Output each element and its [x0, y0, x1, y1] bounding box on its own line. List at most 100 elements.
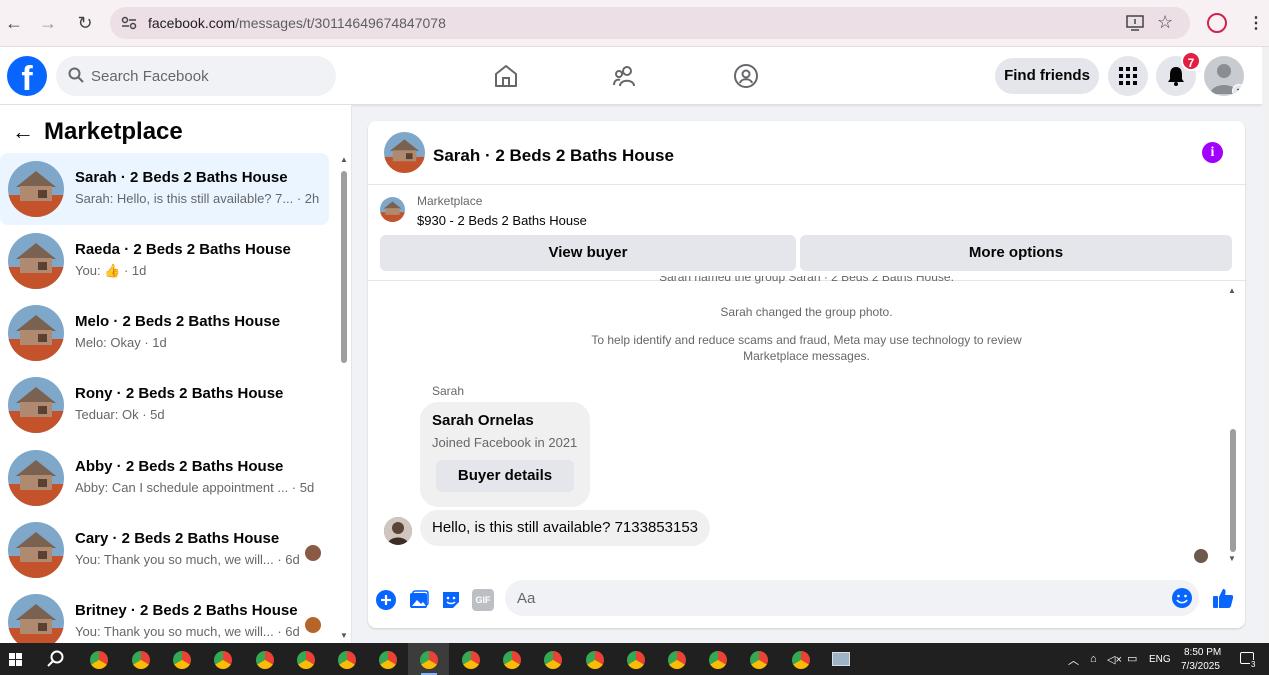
- plus-circle-icon[interactable]: [375, 589, 397, 611]
- install-app-icon[interactable]: [1126, 15, 1144, 31]
- conversation-item-britney[interactable]: Britney · 2 Beds 2 Baths House You: Than…: [0, 586, 329, 643]
- thumbs-up-icon[interactable]: [1211, 586, 1235, 610]
- chrome-taskbar-icon[interactable]: [214, 651, 232, 669]
- sidebar-scrollbar[interactable]: ▲ ▼: [336, 153, 351, 643]
- buyer-details-button[interactable]: Buyer details: [436, 460, 574, 492]
- tray-network-icon[interactable]: ⌂: [1090, 653, 1097, 665]
- address-bar[interactable]: facebook.com/messages/t/3011464967484707…: [110, 7, 1190, 39]
- tray-language[interactable]: ENG: [1149, 654, 1171, 665]
- conversation-snippet: Abby: Can I schedule appointment ... · 5…: [75, 480, 315, 495]
- chrome-taskbar-icon[interactable]: [792, 651, 810, 669]
- chat-scrollbar[interactable]: ▲ ▼: [1227, 286, 1239, 566]
- listing-thumbnail[interactable]: [380, 197, 405, 222]
- listing-thumbnail: [8, 522, 64, 578]
- back-icon[interactable]: ←: [3, 12, 25, 34]
- chrome-taskbar-icon[interactable]: [544, 651, 562, 669]
- facebook-logo[interactable]: f: [7, 56, 47, 96]
- conversation-item-sarah[interactable]: Sarah · 2 Beds 2 Baths House Sarah: Hell…: [0, 153, 329, 225]
- chat-title[interactable]: Sarah · 2 Beds 2 Baths House: [433, 146, 674, 166]
- sidebar-header: ← Marketplace: [12, 118, 183, 146]
- marketplace-sidebar: ← Marketplace Sarah · 2 Beds 2 Baths Hous…: [0, 105, 352, 643]
- chrome-taskbar-icon[interactable]: [420, 651, 438, 669]
- gif-icon[interactable]: GIF: [472, 589, 494, 611]
- tray-volume-muted-icon[interactable]: ◁×: [1107, 653, 1122, 666]
- search-input[interactable]: Search Facebook: [56, 56, 336, 96]
- system-message: Sarah named the group Sarah · 2 Beds 2 B…: [659, 276, 954, 284]
- message-placeholder: Aa: [517, 590, 536, 607]
- buyer-name: Sarah Ornelas: [432, 412, 534, 429]
- sender-name: Sarah: [432, 384, 465, 398]
- site-settings-icon[interactable]: [120, 14, 138, 32]
- chrome-taskbar-icon[interactable]: [668, 651, 686, 669]
- more-options-button[interactable]: More options: [800, 235, 1232, 271]
- tray-date[interactable]: 7/3/2025: [1181, 661, 1220, 672]
- conversation-name: Raeda · 2 Beds 2 Baths House: [75, 241, 291, 258]
- conversation-snippet: You: Thank you so much, we will... · 6d: [75, 552, 300, 567]
- conversation-item-cary[interactable]: Cary · 2 Beds 2 Baths House You: Thank y…: [0, 514, 329, 586]
- find-friends-button[interactable]: Find friends: [995, 58, 1099, 94]
- chat-header: Sarah · 2 Beds 2 Baths House i: [368, 121, 1245, 185]
- conversation-name: Rony · 2 Beds 2 Baths House: [75, 385, 284, 402]
- conversation-item-melo[interactable]: Melo · 2 Beds 2 Baths House Melo: Okay ·…: [0, 297, 329, 369]
- groups-icon[interactable]: [733, 63, 759, 89]
- tray-time[interactable]: 8:50 PM: [1184, 647, 1221, 658]
- notification-badge: 7: [1181, 51, 1201, 71]
- chrome-taskbar-icon[interactable]: [462, 651, 480, 669]
- scroll-down-icon[interactable]: ▼: [340, 631, 348, 640]
- menu-kebab-icon[interactable]: ⋮: [1248, 13, 1264, 33]
- thumbs-up-icon: 👍: [104, 263, 121, 278]
- message-input[interactable]: Aa: [505, 580, 1199, 616]
- chrome-taskbar-icon[interactable]: [90, 651, 108, 669]
- conversation-item-raeda[interactable]: Raeda · 2 Beds 2 Baths House You: 👍 · 1d: [0, 225, 329, 297]
- chrome-taskbar-icon[interactable]: [256, 651, 274, 669]
- scroll-down-icon[interactable]: ▼: [1228, 554, 1236, 563]
- view-buyer-button[interactable]: View buyer: [380, 235, 796, 271]
- chrome-taskbar-icon[interactable]: [627, 651, 645, 669]
- scrollbar-thumb[interactable]: [1230, 429, 1236, 552]
- chrome-taskbar-icon[interactable]: [750, 651, 768, 669]
- menu-button[interactable]: [1108, 56, 1148, 96]
- sticker-icon[interactable]: [440, 589, 462, 611]
- chat-group-photo[interactable]: [384, 132, 425, 173]
- chrome-taskbar-icon[interactable]: [586, 651, 604, 669]
- chrome-taskbar-icon[interactable]: [132, 651, 150, 669]
- windows-start-icon[interactable]: [9, 653, 22, 666]
- page-scrollbar[interactable]: [1262, 47, 1269, 647]
- listing-price-title[interactable]: $930 - 2 Beds 2 Baths House: [417, 213, 587, 228]
- tray-chevron-up-icon[interactable]: ︿: [1068, 652, 1079, 668]
- taskbar-search-icon[interactable]: [47, 650, 65, 668]
- sender-avatar[interactable]: [384, 517, 412, 545]
- chrome-taskbar-icon[interactable]: [338, 651, 356, 669]
- account-avatar[interactable]: ▾: [1204, 56, 1244, 96]
- chrome-taskbar-icon[interactable]: [297, 651, 315, 669]
- profile-icon[interactable]: [1207, 13, 1227, 33]
- tray-display-icon[interactable]: ▭: [1127, 652, 1137, 665]
- forward-icon[interactable]: →: [37, 12, 59, 34]
- bookmark-star-icon[interactable]: ☆: [1157, 12, 1173, 33]
- chrome-taskbar-icon[interactable]: [173, 651, 191, 669]
- app-window-taskbar-icon[interactable]: [832, 652, 850, 666]
- conversation-name: Sarah · 2 Beds 2 Baths House: [75, 169, 288, 186]
- scroll-up-icon[interactable]: ▲: [340, 155, 348, 164]
- home-icon[interactable]: [493, 63, 519, 89]
- conversation-item-rony[interactable]: Rony · 2 Beds 2 Baths House Teduar: Ok ·…: [0, 369, 329, 441]
- scroll-up-icon[interactable]: ▲: [1228, 286, 1236, 295]
- chrome-taskbar-icon[interactable]: [503, 651, 521, 669]
- info-icon[interactable]: i: [1202, 142, 1223, 163]
- search-placeholder: Search Facebook: [91, 68, 209, 85]
- conversation-snippet: Teduar: Ok · 5d: [75, 407, 165, 422]
- message-bubble[interactable]: Hello, is this still available? 71338531…: [420, 510, 711, 546]
- url-text: facebook.com/messages/t/3011464967484707…: [148, 15, 446, 31]
- emoji-icon[interactable]: [1171, 587, 1193, 609]
- conversation-item-abby[interactable]: Abby · 2 Beds 2 Baths House Abby: Can I …: [0, 442, 329, 514]
- browser-toolbar: ← → ↻ facebook.com/messages/t/3011464967…: [0, 0, 1269, 47]
- friends-icon[interactable]: [612, 63, 638, 89]
- reload-icon[interactable]: ↻: [74, 12, 96, 34]
- message-composer: GIF Aa: [368, 576, 1245, 628]
- scrollbar-thumb[interactable]: [341, 171, 347, 363]
- conversation-snippet: You: 👍 · 1d: [75, 263, 147, 278]
- photo-icon[interactable]: [408, 589, 430, 611]
- chrome-taskbar-icon[interactable]: [709, 651, 727, 669]
- chrome-taskbar-icon[interactable]: [379, 651, 397, 669]
- back-arrow-icon[interactable]: ←: [12, 119, 34, 144]
